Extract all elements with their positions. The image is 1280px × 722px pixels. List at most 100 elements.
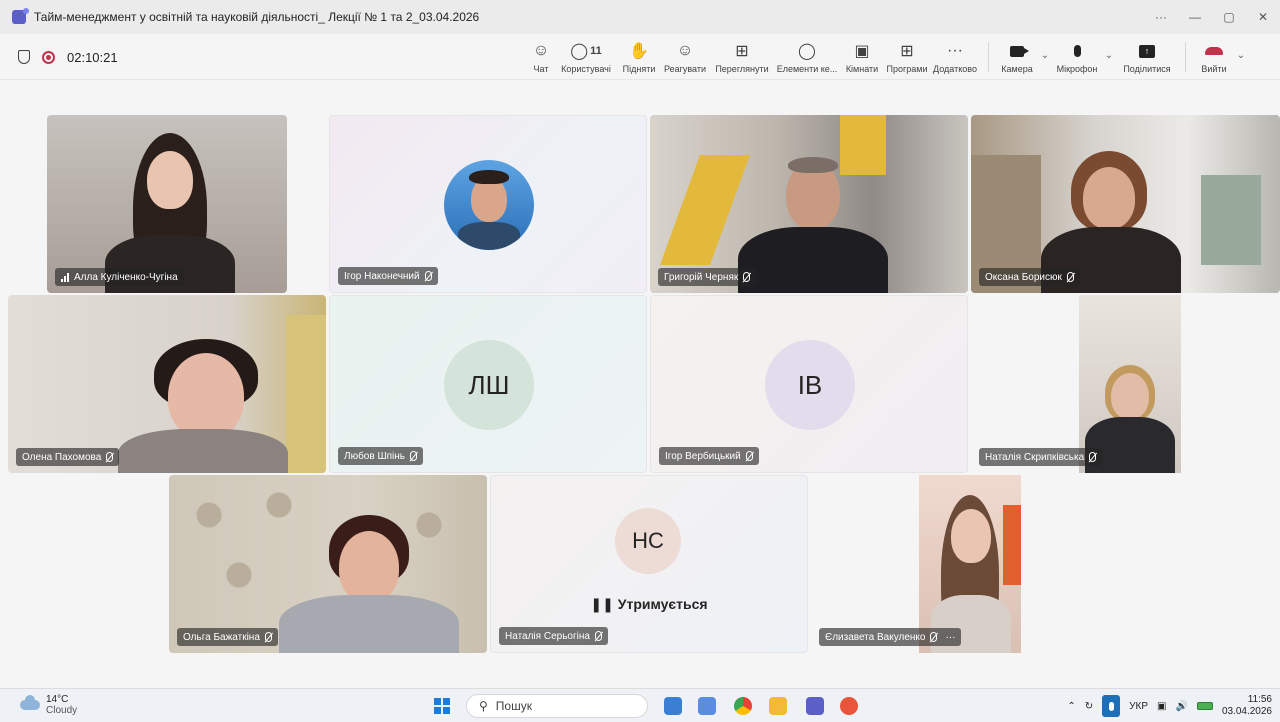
mic-muted-icon xyxy=(930,632,938,642)
microphone-icon xyxy=(1073,41,1081,61)
tray-microphone-icon[interactable] xyxy=(1102,695,1121,717)
rooms-icon: ▣ xyxy=(854,43,870,60)
react-button[interactable]: ☺ Реагувати xyxy=(660,34,710,80)
search-placeholder: Пошук xyxy=(495,699,532,713)
file-explorer-app-icon[interactable] xyxy=(769,697,787,715)
window-close-button[interactable]: ✕ xyxy=(1246,0,1280,34)
participant-tile[interactable]: Ольга Бажаткіна xyxy=(169,475,487,653)
mic-muted-icon xyxy=(409,451,417,461)
participant-name: Любов Шпінь xyxy=(344,450,405,462)
more-icon: ··· xyxy=(947,42,963,59)
apps-button[interactable]: ⊞ Програми xyxy=(884,34,930,80)
participant-name: Єлизавета Вакуленко xyxy=(825,631,926,643)
chat-icon: ☺ xyxy=(532,42,550,59)
toolbar-divider-2 xyxy=(1185,42,1186,72)
window-maximize-button[interactable]: ▢ xyxy=(1212,0,1246,34)
chat-button[interactable]: ☺ Чат xyxy=(528,34,554,80)
participant-avatar xyxy=(444,160,534,250)
chat-label: Чат xyxy=(533,64,549,74)
participant-name: Ігор Наконечний xyxy=(344,270,420,282)
participant-name-tag: Ольга Бажаткіна xyxy=(177,628,278,646)
leave-options-chevron-icon[interactable]: ⌄ xyxy=(1234,50,1248,61)
participant-more-icon[interactable]: ··· xyxy=(945,632,955,643)
tray-sync-icon[interactable]: ↻ xyxy=(1085,701,1093,712)
tray-overflow-chevron-icon[interactable]: ⌃ xyxy=(1067,701,1075,712)
participant-tile[interactable]: Єлизавета Вакуленко ··· xyxy=(811,475,1129,653)
mic-button[interactable]: Мікрофон xyxy=(1053,34,1101,80)
host-tools-icon: ◯ xyxy=(798,43,816,60)
participant-avatar: НС xyxy=(615,508,681,574)
battery-icon[interactable] xyxy=(1196,702,1213,710)
view-icon: ⊞ xyxy=(735,43,749,60)
participant-name-tag: Любов Шпінь xyxy=(338,447,423,465)
participant-video xyxy=(1079,295,1181,473)
participant-avatar: ІВ xyxy=(765,340,855,430)
react-label: Реагувати xyxy=(663,64,707,74)
participant-name: Ольга Бажаткіна xyxy=(183,631,260,643)
participant-tile[interactable]: Наталія Скрипківська xyxy=(971,295,1280,473)
host-tools-button[interactable]: ◯ Елементи ке... xyxy=(774,34,840,80)
camera-icon xyxy=(1010,41,1029,61)
recording-icon[interactable] xyxy=(42,50,55,64)
window-minimize-button[interactable]: — xyxy=(1178,0,1212,34)
apps-icon: ⊞ xyxy=(900,43,914,60)
participant-name-tag: Алла Куліченко-Чугіна xyxy=(55,268,184,286)
participant-tile[interactable]: ІВ Ігор Вербицький xyxy=(650,295,968,473)
participant-tile[interactable]: ЛШ Любов Шпінь xyxy=(329,295,647,473)
windows-start-icon[interactable] xyxy=(434,698,450,714)
search-icon: ⚲ xyxy=(479,699,488,713)
participant-tile[interactable]: Ігор Наконечний xyxy=(329,115,647,293)
leave-phone-icon xyxy=(1205,41,1223,61)
volume-icon[interactable]: 🔊 xyxy=(1175,701,1187,712)
people-button[interactable]: ◯ 11 Користувачі xyxy=(554,34,618,80)
raise-hand-button[interactable]: ✋ Підняти xyxy=(618,34,660,80)
chrome-app-icon[interactable] xyxy=(734,697,752,715)
weather-widget[interactable]: 14°C Cloudy xyxy=(20,694,77,716)
mic-options-chevron-icon[interactable]: ⌄ xyxy=(1101,50,1117,61)
participant-tile[interactable]: Оксана Борисюк xyxy=(971,115,1280,293)
leave-button[interactable]: Вийти xyxy=(1194,34,1234,80)
camera-label: Камера xyxy=(1001,64,1033,74)
windows-taskbar: 14°C Cloudy ⚲ Пошук ⌃ ↻ УКР ▣ 🔊 11:56 03… xyxy=(0,688,1280,722)
mic-muted-icon xyxy=(743,272,751,282)
shield-icon[interactable] xyxy=(18,50,30,64)
rooms-button[interactable]: ▣ Кімнати xyxy=(840,34,884,80)
keyboard-language[interactable]: УКР xyxy=(1129,701,1148,712)
view-button[interactable]: ⊞ Переглянути xyxy=(710,34,774,80)
system-tray: ⌃ ↻ УКР ▣ 🔊 11:56 03.04.2026 xyxy=(1067,689,1272,722)
taskbar-search-input[interactable]: ⚲ Пошук xyxy=(466,694,648,718)
window-more-button[interactable]: ··· xyxy=(1144,0,1178,34)
camera-options-chevron-icon[interactable]: ⌄ xyxy=(1037,50,1053,61)
participant-name: Алла Куліченко-Чугіна xyxy=(74,271,178,283)
mic-label: Мікрофон xyxy=(1056,64,1098,74)
mic-muted-icon xyxy=(106,452,114,462)
participant-name: Наталія Серьогіна xyxy=(505,630,590,642)
leave-label: Вийти xyxy=(1201,64,1227,74)
window-title: Тайм-менеджмент у освітній та науковій д… xyxy=(34,10,480,24)
task-view-app-icon[interactable] xyxy=(664,697,682,715)
participant-avatar: ЛШ xyxy=(444,340,534,430)
teams-app-icon[interactable] xyxy=(806,697,824,715)
mic-muted-icon xyxy=(1089,452,1097,462)
clock-time: 11:56 xyxy=(1247,694,1272,705)
participant-video xyxy=(919,475,1021,653)
more-button[interactable]: ··· Додатково xyxy=(930,34,980,80)
participant-name-tag: Наталія Серьогіна xyxy=(499,627,608,645)
teams-logo-icon xyxy=(12,8,29,24)
firefox-app-icon[interactable] xyxy=(840,697,858,715)
mic-muted-icon xyxy=(745,451,753,461)
toolbar-divider xyxy=(988,42,989,72)
participant-tile[interactable]: Олена Пахомова xyxy=(8,295,326,473)
camera-button[interactable]: Камера xyxy=(997,34,1037,80)
participant-tile[interactable]: Григорій Черняк xyxy=(650,115,968,293)
meeting-status: 02:10:21 xyxy=(18,34,118,80)
network-icon[interactable]: ▣ xyxy=(1157,701,1166,712)
video-stage: Алла Куліченко-Чугіна Ігор Наконечний Гр… xyxy=(0,80,1280,685)
react-icon: ☺ xyxy=(676,42,694,59)
participant-tile[interactable]: Алла Куліченко-Чугіна xyxy=(47,115,287,293)
participant-tile[interactable]: НС ❚❚ Утримується Наталія Серьогіна xyxy=(490,475,808,653)
share-icon: ↑ xyxy=(1139,41,1155,61)
outlook-app-icon[interactable] xyxy=(698,697,716,715)
taskbar-clock[interactable]: 11:56 03.04.2026 xyxy=(1222,694,1272,718)
share-button[interactable]: ↑ Поділитися xyxy=(1117,34,1177,80)
